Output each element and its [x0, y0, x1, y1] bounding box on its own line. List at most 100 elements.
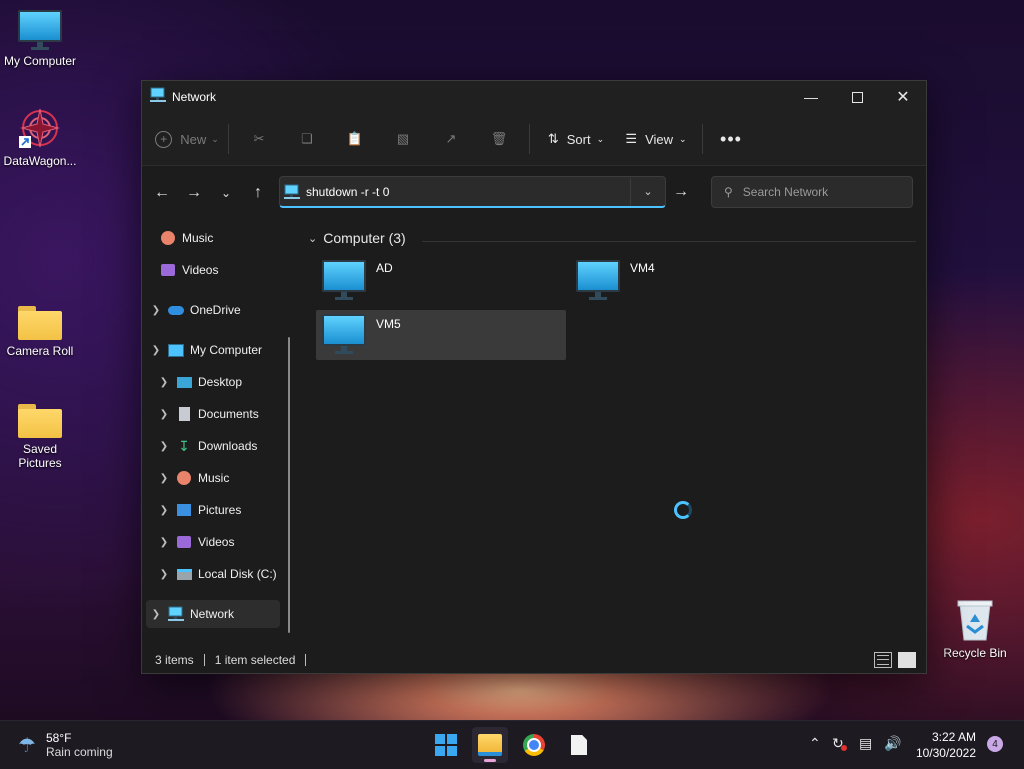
chevron-right-icon[interactable]: ❯	[156, 505, 172, 516]
back-button[interactable]: ←	[146, 177, 178, 209]
taskbar: ☂ 58°F Rain coming ⌃ ↻ ▤ 🔊 3:22 AM 10/30…	[0, 720, 1024, 769]
drive-icon	[176, 566, 192, 582]
rename-button[interactable]: ▧	[379, 121, 427, 157]
sidebar-item-downloads[interactable]: ❯ ↧ Downloads	[156, 432, 258, 460]
monitor-icon	[168, 342, 184, 358]
chevron-right-icon[interactable]: ❯	[156, 473, 172, 484]
clock-time: 3:22 AM	[931, 730, 976, 744]
network-computer-item[interactable]: AD	[318, 258, 568, 308]
chevron-right-icon[interactable]: ❯	[156, 441, 172, 452]
plus-icon: +	[155, 130, 173, 148]
address-input[interactable]: shutdown -r -t 0	[306, 185, 630, 199]
search-box[interactable]: ⚲ Search Network	[711, 176, 913, 208]
computer-icon	[576, 260, 620, 300]
explorer-window: Network — ✕ + New ⌄ ✂ ❏ 📋 ▧ ↗ 🗑 ⇅ Sort ⌄…	[141, 80, 927, 674]
start-button[interactable]	[428, 727, 464, 763]
desktop-icon-saved-pictures[interactable]: Saved Pictures	[0, 404, 80, 470]
sidebar-item-label: Music	[182, 231, 214, 245]
taskbar-chrome[interactable]	[516, 727, 552, 763]
sidebar-item-desktop[interactable]: ❯ Desktop	[156, 368, 242, 396]
sort-button[interactable]: ⇅ Sort ⌄	[536, 121, 616, 157]
more-options-button[interactable]: •••	[709, 121, 753, 157]
details-view-button[interactable]	[874, 652, 892, 668]
new-button[interactable]: + New ⌄	[152, 121, 222, 157]
chevron-right-icon[interactable]: ❯	[156, 569, 172, 580]
large-icons-view-button[interactable]	[898, 652, 916, 668]
monitor-icon	[18, 10, 62, 50]
folder-icon	[18, 404, 62, 438]
chevron-right-icon[interactable]: ❯	[148, 305, 164, 316]
sidebar-scrollbar[interactable]	[288, 337, 290, 633]
sidebar-item-onedrive[interactable]: ❯ OneDrive	[148, 296, 241, 324]
sidebar-item-label: Videos	[198, 535, 235, 549]
system-clock[interactable]: 3:22 AM 10/30/2022	[910, 729, 976, 761]
paste-button[interactable]: 📋	[331, 121, 379, 157]
sidebar-item-music[interactable]: Music	[156, 224, 213, 252]
network-computer-item[interactable]: VM4	[572, 258, 822, 308]
sidebar-item-label: Documents	[198, 407, 259, 421]
desktop-icon-my-computer[interactable]: My Computer	[0, 10, 80, 68]
folder-icon	[18, 306, 62, 340]
chevron-up-icon[interactable]: ⌃	[809, 735, 821, 752]
sidebar-item-label: Videos	[182, 263, 219, 277]
blank-document-icon	[571, 735, 587, 755]
desktop-icon-label: Recycle Bin	[943, 646, 1007, 660]
item-count: 3 items	[155, 653, 194, 667]
forward-button[interactable]: →	[178, 177, 210, 209]
volume-icon[interactable]: 🔊	[884, 735, 901, 752]
title-bar[interactable]: Network — ✕	[142, 81, 926, 113]
window-title: Network	[172, 90, 217, 104]
recent-locations-button[interactable]: ⌄	[210, 177, 242, 209]
sidebar-item-my-computer[interactable]: ❯ My Computer	[148, 336, 262, 364]
network-computer-item-selected[interactable]: VM5	[316, 310, 566, 360]
chevron-right-icon[interactable]: ❯	[148, 609, 164, 620]
sidebar-item-local-disk[interactable]: ❯ Local Disk (C:)	[156, 560, 277, 588]
item-label: VM4	[630, 261, 655, 275]
desktop-icon-camera-roll[interactable]: Camera Roll	[0, 306, 80, 358]
chevron-down-icon: ⌄	[596, 133, 605, 144]
chevron-right-icon[interactable]: ❯	[156, 537, 172, 548]
sidebar-item-pictures[interactable]: ❯ Pictures	[156, 496, 242, 524]
chevron-right-icon[interactable]: ❯	[156, 409, 172, 420]
sidebar-item-label: My Computer	[190, 343, 263, 357]
desktop-icon-recycle-bin[interactable]: Recycle Bin	[935, 598, 1015, 660]
address-dropdown-button[interactable]: ⌄	[630, 177, 665, 206]
chevron-right-icon[interactable]: ❯	[156, 377, 172, 388]
share-button[interactable]: ↗	[427, 121, 475, 157]
sidebar-item-music-2[interactable]: ❯ Music	[156, 464, 229, 492]
weather-widget[interactable]: ☂ 58°F Rain coming	[18, 731, 113, 759]
copy-button[interactable]: ❏	[283, 121, 331, 157]
view-button[interactable]: ☰ View ⌄	[616, 121, 696, 157]
windows-logo-icon	[435, 734, 457, 756]
group-header[interactable]: ⌄ Computer (3)	[308, 230, 406, 246]
new-label: New	[180, 131, 207, 147]
network-icon	[150, 87, 166, 108]
notification-badge[interactable]: 4	[987, 736, 1003, 752]
sidebar-item-videos-2[interactable]: ❯ Videos	[156, 528, 235, 556]
minimize-button[interactable]: —	[788, 81, 834, 113]
item-label: AD	[376, 261, 393, 275]
group-label: Computer (3)	[323, 230, 406, 246]
maximize-button[interactable]	[834, 81, 880, 113]
taskbar-file-explorer[interactable]	[472, 727, 508, 763]
chevron-down-icon[interactable]: ❯	[148, 345, 164, 356]
sidebar-item-label: OneDrive	[190, 303, 241, 317]
up-button[interactable]: ↑	[242, 177, 274, 209]
sync-icon[interactable]: ↻	[832, 735, 847, 752]
sidebar-item-label: Pictures	[198, 503, 242, 517]
desktop-icon-datawagon[interactable]: DataWagon...	[0, 106, 80, 168]
go-button[interactable]: →	[665, 176, 697, 208]
download-icon: ↧	[178, 437, 190, 454]
close-button[interactable]: ✕	[880, 81, 926, 113]
address-bar[interactable]: shutdown -r -t 0 ⌄	[279, 176, 666, 208]
sidebar-item-documents[interactable]: ❯ Documents	[156, 400, 259, 428]
cut-button[interactable]: ✂	[235, 121, 283, 157]
search-input[interactable]: Search Network	[743, 185, 828, 199]
sidebar-item-network[interactable]: ❯ Network	[146, 600, 280, 628]
file-explorer-icon	[478, 734, 502, 756]
delete-button[interactable]: 🗑	[475, 121, 523, 157]
computer-icon	[322, 260, 366, 300]
taskbar-notepad[interactable]	[561, 727, 597, 763]
sidebar-item-videos[interactable]: Videos	[156, 256, 218, 284]
network-status-icon[interactable]: ▤	[859, 735, 872, 752]
